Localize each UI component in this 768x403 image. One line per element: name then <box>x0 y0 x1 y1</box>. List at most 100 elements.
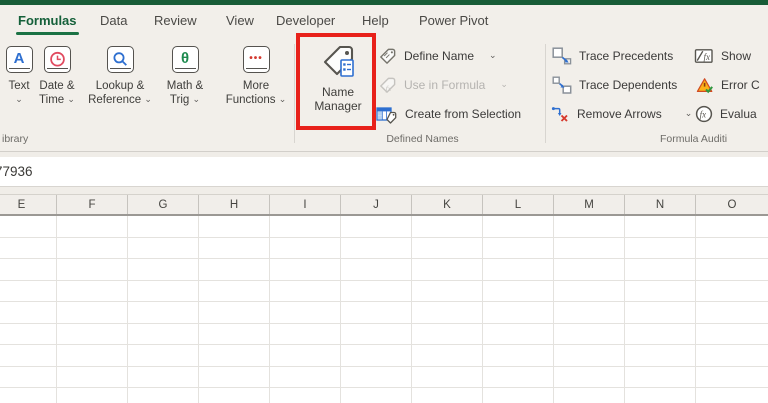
sheet-cell[interactable] <box>270 259 341 281</box>
sheet-cell[interactable] <box>341 345 412 367</box>
sheet-cell[interactable] <box>696 216 768 238</box>
column-header-K[interactable]: K <box>412 195 483 214</box>
sheet-cell[interactable] <box>128 238 199 260</box>
sheet-cell[interactable] <box>412 216 483 238</box>
sheet-cell[interactable] <box>57 324 128 346</box>
sheet-cell[interactable] <box>270 345 341 367</box>
trace-precedents-button[interactable]: Trace Precedents <box>552 46 673 66</box>
sheet-cell[interactable] <box>412 367 483 389</box>
sheet-cell[interactable] <box>270 302 341 324</box>
sheet-cell[interactable] <box>696 345 768 367</box>
trace-dependents-button[interactable]: Trace Dependents <box>552 75 677 95</box>
column-header-M[interactable]: M <box>554 195 625 214</box>
sheet-cell[interactable] <box>199 216 270 238</box>
sheet-cell[interactable] <box>57 388 128 403</box>
column-header-O[interactable]: O <box>696 195 768 214</box>
math-trig-functions-button[interactable]: θ Math & Trig ⌄ <box>150 42 220 107</box>
create-from-selection-button[interactable]: Create from Selection <box>376 104 521 124</box>
sheet-cell[interactable] <box>412 302 483 324</box>
sheet-cell[interactable] <box>483 281 554 303</box>
column-header-J[interactable]: J <box>341 195 412 214</box>
sheet-cell[interactable] <box>341 302 412 324</box>
sheet-cell[interactable] <box>625 367 696 389</box>
column-header-N[interactable]: N <box>625 195 696 214</box>
sheet-cell[interactable] <box>128 345 199 367</box>
sheet-cell[interactable] <box>199 259 270 281</box>
tab-formulas[interactable]: Formulas <box>18 5 77 36</box>
lookup-reference-functions-button[interactable]: Lookup & Reference ⌄ <box>85 42 155 107</box>
sheet-cell[interactable] <box>128 281 199 303</box>
evaluate-formula-button[interactable]: fx Evalua <box>695 104 757 124</box>
sheet-cell[interactable] <box>625 259 696 281</box>
sheet-cell[interactable] <box>412 259 483 281</box>
sheet-cell[interactable] <box>0 238 57 260</box>
column-header-E[interactable]: E <box>0 195 57 214</box>
sheet-cell[interactable] <box>696 324 768 346</box>
sheet-cell[interactable] <box>412 345 483 367</box>
sheet-cell[interactable] <box>696 367 768 389</box>
sheet-cell[interactable] <box>554 238 625 260</box>
sheet-cell[interactable] <box>199 302 270 324</box>
sheet-cell[interactable] <box>270 388 341 403</box>
sheet-cell[interactable] <box>270 216 341 238</box>
sheet-cell[interactable] <box>554 259 625 281</box>
sheet-cell[interactable] <box>483 259 554 281</box>
sheet-cell[interactable] <box>625 216 696 238</box>
sheet-cell[interactable] <box>341 281 412 303</box>
sheet-cell[interactable] <box>341 216 412 238</box>
sheet-cell[interactable] <box>57 302 128 324</box>
column-header-L[interactable]: L <box>483 195 554 214</box>
sheet-cell[interactable] <box>554 281 625 303</box>
sheet-cell[interactable] <box>341 388 412 403</box>
sheet-cell[interactable] <box>0 302 57 324</box>
sheet-cell[interactable] <box>341 238 412 260</box>
sheet-cell[interactable] <box>0 388 57 403</box>
show-formulas-button[interactable]: fx Show <box>694 46 751 66</box>
sheet-cell[interactable] <box>483 238 554 260</box>
sheet-cell[interactable] <box>128 216 199 238</box>
formula-bar[interactable]: 77936 <box>0 157 768 187</box>
sheet-cell[interactable] <box>625 238 696 260</box>
sheet-cell[interactable] <box>57 216 128 238</box>
use-in-formula-button[interactable]: fx Use in Formula ⌄ <box>378 75 508 95</box>
sheet-cell[interactable] <box>128 302 199 324</box>
sheet-cell[interactable] <box>341 367 412 389</box>
sheet-cell[interactable] <box>483 388 554 403</box>
sheet-cell[interactable] <box>412 324 483 346</box>
sheet-cell[interactable] <box>199 345 270 367</box>
sheet-cell[interactable] <box>0 281 57 303</box>
column-header-H[interactable]: H <box>199 195 270 214</box>
sheet-cell[interactable] <box>199 367 270 389</box>
sheet-cell[interactable] <box>57 238 128 260</box>
sheet-cell[interactable] <box>696 302 768 324</box>
sheet-cell[interactable] <box>57 281 128 303</box>
sheet-cell[interactable] <box>483 324 554 346</box>
sheet-cell[interactable] <box>483 345 554 367</box>
sheet-cell[interactable] <box>341 259 412 281</box>
sheet-cell[interactable] <box>483 216 554 238</box>
date-time-functions-button[interactable]: Date & Time ⌄ <box>22 42 92 107</box>
sheet-cell[interactable] <box>412 388 483 403</box>
sheet-cell[interactable] <box>483 302 554 324</box>
sheet-cell[interactable] <box>412 281 483 303</box>
sheet-cell[interactable] <box>696 259 768 281</box>
sheet-cell[interactable] <box>696 281 768 303</box>
tab-review[interactable]: Review <box>154 5 197 36</box>
sheet-cell[interactable] <box>199 281 270 303</box>
sheet-cell[interactable] <box>0 259 57 281</box>
tab-help[interactable]: Help <box>362 5 389 36</box>
sheet-cell[interactable] <box>483 367 554 389</box>
sheet-cell[interactable] <box>270 238 341 260</box>
define-name-button[interactable]: Define Name ⌄ <box>378 46 497 66</box>
sheet-cell[interactable] <box>0 216 57 238</box>
sheet-cell[interactable] <box>341 324 412 346</box>
sheet-cell[interactable] <box>199 388 270 403</box>
sheet-cell[interactable] <box>57 367 128 389</box>
sheet-cell[interactable] <box>625 281 696 303</box>
remove-arrows-button[interactable]: Remove Arrows ⌄ <box>550 104 692 124</box>
sheet-cell[interactable] <box>128 367 199 389</box>
sheet-cell[interactable] <box>128 388 199 403</box>
column-header-G[interactable]: G <box>128 195 199 214</box>
sheet-cell[interactable] <box>554 324 625 346</box>
column-header-I[interactable]: I <box>270 195 341 214</box>
